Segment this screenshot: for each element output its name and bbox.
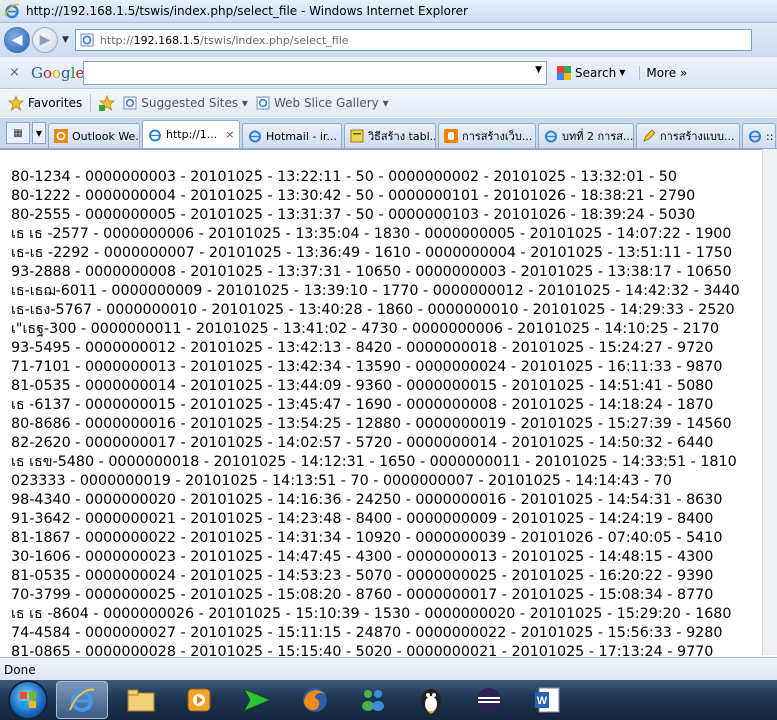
status-bar: Done xyxy=(0,657,777,681)
record-line: 023333 - 0000000019 - 20101025 - 14:13:5… xyxy=(11,473,672,489)
tab-hotmail[interactable]: Hotmail - ir... xyxy=(242,123,342,148)
favorites-button[interactable]: Favorites xyxy=(28,96,82,110)
record-line: 80-1222 - 0000000004 - 20101025 - 13:30:… xyxy=(11,188,696,204)
record-line: 91-3642 - 0000000021 - 20101025 - 14:23:… xyxy=(11,511,714,527)
toolbar-divider xyxy=(90,94,92,112)
favorites-star-icon xyxy=(8,95,24,111)
tab-current-page[interactable]: http://1... × xyxy=(142,120,240,148)
record-line: 98-4340 - 0000000020 - 20101025 - 14:16:… xyxy=(11,492,723,508)
record-line: 93-2888 - 0000000008 - 20101025 - 13:37:… xyxy=(11,264,732,280)
google-toolbar: × Google ▼ Search ▼ More » xyxy=(0,57,777,89)
eclipse-icon[interactable] xyxy=(464,682,514,718)
ie-page-icon xyxy=(149,129,161,141)
navigation-bar: ◀ ▶ ▼ http://192.168.1.5/tswis/index.php… xyxy=(0,23,777,57)
chevron-down-icon: ▼ xyxy=(619,68,626,77)
record-line: 80-8686 - 0000000016 - 20101025 - 13:54:… xyxy=(11,416,732,432)
record-line: เธ -6137 - 0000000015 - 20101025 - 13:45… xyxy=(11,397,714,413)
record-line: 82-2620 - 0000000017 - 20101025 - 14:02:… xyxy=(11,435,714,451)
quick-tabs-button[interactable]: ▦ xyxy=(6,122,30,144)
record-line: 30-1606 - 0000000023 - 20101025 - 14:47:… xyxy=(11,549,714,565)
tab-chapter-2[interactable]: บทที่ 2 การส... xyxy=(538,123,634,148)
word-icon[interactable]: W xyxy=(522,682,572,718)
recent-pages-dropdown-icon[interactable]: ▼ xyxy=(62,35,69,45)
internet-explorer-icon[interactable] xyxy=(56,681,108,719)
suggested-sites-link[interactable]: Suggested Sites ▾ xyxy=(123,96,248,110)
tab-form-creation[interactable]: การสร้างแบบ... xyxy=(636,123,740,148)
record-line: 81-0535 - 0000000014 - 20101025 - 13:44:… xyxy=(11,378,714,394)
google-search-input[interactable]: ▼ xyxy=(83,60,547,85)
tab-outlook[interactable]: Outlook We... xyxy=(48,123,140,148)
record-line: เธ เธ -2577 - 0000000006 - 20101025 - 13… xyxy=(11,226,732,242)
forward-button[interactable]: ▶ xyxy=(32,27,58,53)
page-icon xyxy=(123,96,137,110)
vertical-scrollbar[interactable] xyxy=(762,149,777,655)
more-button[interactable]: More » xyxy=(639,65,687,80)
ie-page-icon xyxy=(749,130,761,143)
record-line: เธ เธ -8604 - 0000000026 - 20101025 - 15… xyxy=(11,606,732,622)
page-icon xyxy=(256,96,270,110)
page-content: 80-1234 - 0000000003 - 20101025 - 13:22:… xyxy=(0,149,762,656)
record-line: 93-5495 - 0000000012 - 20101025 - 13:42:… xyxy=(11,340,714,356)
page-icon xyxy=(80,33,94,47)
start-orb-icon[interactable] xyxy=(8,680,48,720)
svg-text:W: W xyxy=(537,695,548,707)
web-slice-gallery-link[interactable]: Web Slice Gallery ▾ xyxy=(256,96,389,110)
add-to-favorites-icon[interactable] xyxy=(99,95,116,111)
ie-page-icon xyxy=(249,130,261,143)
record-line: 81-0535 - 0000000024 - 20101025 - 14:53:… xyxy=(11,568,714,584)
chevron-down-icon[interactable]: ▼ xyxy=(535,65,542,75)
record-line: 81-0865 - 0000000028 - 20101025 - 15:15:… xyxy=(11,644,714,656)
google-search-button[interactable]: Search ▼ xyxy=(557,65,626,80)
tab-web-creation[interactable]: การสร้างเว็บ... xyxy=(438,123,536,148)
windows-logo-icon xyxy=(20,692,36,708)
address-bar[interactable]: http://192.168.1.5/tswis/index.php/selec… xyxy=(74,29,752,51)
close-tab-icon[interactable]: × xyxy=(225,128,234,141)
record-line: เ"เธฐ-300 - 0000000011 - 20101025 - 13:4… xyxy=(11,321,720,337)
record-line: เธ-เธ -2292 - 0000000007 - 20101025 - 13… xyxy=(11,245,733,261)
firefox-icon[interactable] xyxy=(290,682,340,718)
record-line: 80-2555 - 0000000005 - 20101025 - 13:31:… xyxy=(11,207,696,223)
record-line: เธ-เธฌ-6011 - 0000000009 - 20101025 - 13… xyxy=(11,283,740,299)
tab-create-table[interactable]: วิธีสร้าง tabl... xyxy=(344,123,436,148)
record-line: 71-7101 - 0000000013 - 20101025 - 13:42:… xyxy=(11,359,723,375)
window-title: http://192.168.1.5/tswis/index.php/selec… xyxy=(26,4,468,18)
tab-overflow[interactable]: :: xyxy=(742,123,776,148)
status-text: Done xyxy=(4,662,36,677)
green-arrow-app-icon[interactable] xyxy=(232,682,282,718)
google-logo: Google xyxy=(31,63,85,82)
address-url[interactable]: http://192.168.1.5/tswis/index.php/selec… xyxy=(100,34,349,47)
ie-page-icon xyxy=(545,130,557,143)
close-toolbar-icon[interactable]: × xyxy=(9,65,23,80)
pencil-page-icon xyxy=(643,129,656,142)
record-line: 74-4584 - 0000000027 - 20101025 - 15:11:… xyxy=(11,625,723,641)
google-search-icon xyxy=(557,65,571,80)
media-player-icon[interactable] xyxy=(174,682,224,718)
tab-list-button[interactable]: ▼ xyxy=(32,122,46,144)
file-explorer-icon[interactable] xyxy=(116,682,166,718)
record-line: 70-3799 - 0000000025 - 20101025 - 15:08:… xyxy=(11,587,714,603)
record-list: 80-1234 - 0000000003 - 20101025 - 13:22:… xyxy=(11,168,740,656)
record-line: เธ เธข-5480 - 0000000018 - 20101025 - 14… xyxy=(11,454,737,470)
favorites-bar: Favorites Suggested Sites ▾ Web Slice Ga… xyxy=(0,89,777,117)
messenger-icon[interactable] xyxy=(348,682,398,718)
tab-page-icon xyxy=(350,129,364,143)
window-title-bar: http://192.168.1.5/tswis/index.php/selec… xyxy=(0,0,777,23)
tux-app-icon[interactable] xyxy=(406,682,456,718)
record-line: 81-1867 - 0000000022 - 20101025 - 14:31:… xyxy=(11,530,723,546)
internet-explorer-icon xyxy=(4,3,20,19)
blogger-icon xyxy=(444,129,458,143)
windows-taskbar: W xyxy=(0,680,777,720)
tab-bar: ▦ ▼ Outlook We... http://1... × Hotmail … xyxy=(0,118,777,149)
record-line: เธ-เธง-5767 - 0000000010 - 20101025 - 13… xyxy=(11,302,735,318)
back-button[interactable]: ◀ xyxy=(4,27,30,53)
record-line: 80-1234 - 0000000003 - 20101025 - 13:22:… xyxy=(11,169,677,185)
outlook-icon xyxy=(54,129,68,143)
